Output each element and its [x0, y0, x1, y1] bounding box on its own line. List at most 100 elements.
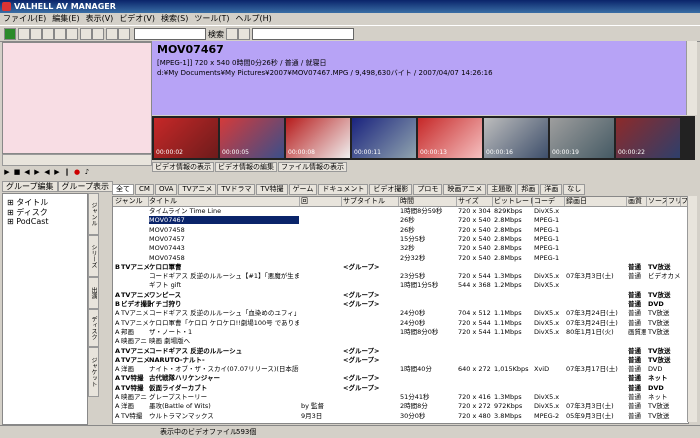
thumbnail[interactable]: 00:00:22	[616, 118, 680, 158]
genre-tab[interactable]: 邦画	[517, 184, 540, 195]
stop-icon[interactable]: ■	[13, 168, 21, 176]
tab-info-edit[interactable]: ビデオ情報の編集	[215, 162, 277, 172]
thumbnail[interactable]: 00:00:08	[286, 118, 350, 158]
col-title[interactable]: タイトル	[149, 197, 300, 206]
table-row[interactable]: A TV特撮 仮面ライダーカブト <グループ> 普通 DVD	[113, 384, 688, 392]
genre-tab[interactable]: 映画アニメ	[443, 184, 487, 195]
table-row[interactable]: B ビデオ撮影 イチゴ狩り <グループ> 普通 DVD	[113, 300, 688, 308]
table-row[interactable]: A 映画アニ 映画 劇場版へ	[113, 337, 688, 345]
genre-tab[interactable]: TVアニメ	[178, 184, 217, 195]
vtab-disk[interactable]: ディスク	[88, 309, 99, 347]
table-row[interactable]: MOV07458 26秒 720 x 540 2.8Mbps MPEG-1	[113, 226, 688, 234]
genre-tab[interactable]: ドキュメント	[318, 184, 369, 195]
list-scrollbar[interactable]	[687, 196, 697, 422]
table-row[interactable]: A 映画アニ グレープストーリー 51分41秒 720 x 416 1.3Mbps DivX…	[113, 393, 688, 401]
info-icon[interactable]	[106, 28, 118, 40]
menu-search[interactable]: 検索(S)	[158, 13, 191, 25]
thumbnail[interactable]: 00:00:05	[220, 118, 284, 158]
genre-tab[interactable]: TVドラマ	[217, 184, 256, 195]
thumbnail[interactable]: 00:00:11	[352, 118, 416, 158]
genre-tab[interactable]: OVA	[154, 184, 178, 195]
prev-icon[interactable]: ◀	[23, 168, 31, 176]
genre-tab[interactable]: ゲーム	[288, 184, 318, 195]
open-icon[interactable]	[18, 28, 30, 40]
menu-file[interactable]: ファイル(E)	[0, 13, 49, 25]
new-icon[interactable]	[4, 28, 16, 40]
cut-icon[interactable]	[42, 28, 54, 40]
col-subtitle[interactable]: サブタイトル	[343, 197, 399, 206]
save-icon[interactable]	[30, 28, 42, 40]
copy-icon[interactable]	[54, 28, 66, 40]
table-row[interactable]: ATVアニメコードギアス 反逆のルルーシュ「血染めのユフィ」3月24日24分0秒…	[113, 309, 688, 317]
tool-icon[interactable]	[80, 28, 92, 40]
table-row[interactable]: ギフト gift 1時間1分5秒 544 x 368 1.2Mbps DivX5.x	[113, 281, 688, 289]
table-row[interactable]: A TV特撮 古代戦隊ハリケンジャー <グループ> 普通 ネット	[113, 374, 688, 382]
menu-view[interactable]: 表示(V)	[83, 13, 117, 25]
record-icon[interactable]: ●	[73, 168, 81, 176]
pause-icon[interactable]: ‖	[63, 168, 71, 176]
vtab-series[interactable]: シリーズ	[88, 235, 99, 277]
vtab-genre[interactable]: ジャンル	[88, 193, 99, 235]
tab-info-view[interactable]: ビデオ情報の表示	[152, 162, 214, 172]
col-episode[interactable]: 回	[301, 197, 342, 206]
thumbnail[interactable]: 00:00:02	[154, 118, 218, 158]
table-row[interactable]: A 洋画 墨攻(Battle of Wits) by 監督 2時間8分 720 x 272…	[113, 402, 688, 410]
table-row[interactable]: A洋画ナイト・オブ・ザ・スカイ(07.07リリース)(日本語字幕)DVDRip1…	[113, 365, 688, 373]
thumbnail[interactable]: 00:00:16	[484, 118, 548, 158]
table-row[interactable]: A TV特撮 ウルトラマンマックス 9月3日 30分0秒 720 x 480 3.8Mbps…	[113, 412, 688, 420]
vtab-cast[interactable]: 出演	[88, 277, 99, 309]
genre-tab[interactable]: プロモ	[413, 184, 443, 195]
seek-bar[interactable]	[2, 154, 152, 166]
search-input[interactable]	[252, 28, 354, 40]
forward-icon[interactable]: ▶	[53, 168, 61, 176]
rewind-icon[interactable]: ◀	[43, 168, 51, 176]
table-row[interactable]: MOV07443 32秒 720 x 540 2.8Mbps MPEG-1	[113, 244, 688, 252]
genre-tab[interactable]: なし	[563, 184, 586, 195]
col-size[interactable]: サイズ	[458, 197, 493, 206]
info-scrollbar[interactable]	[686, 41, 697, 115]
table-row[interactable]: A TVアニメ ワンピース <グループ> 普通 TV放送	[113, 291, 688, 299]
filter-icon[interactable]	[238, 28, 250, 40]
menu-help[interactable]: ヘルプ(H)	[233, 13, 275, 25]
genre-tab[interactable]: 主題歌	[487, 184, 517, 195]
paste-icon[interactable]	[66, 28, 78, 40]
col-free1[interactable]: フリー1	[668, 197, 681, 206]
tab-file-info[interactable]: ファイル情報の表示	[278, 162, 347, 172]
table-row[interactable]: MOV07467 26秒 720 x 540 2.8Mbps MPEG-1	[113, 216, 688, 225]
col-source[interactable]: ソース	[648, 197, 667, 206]
tool2-icon[interactable]	[92, 28, 104, 40]
col-codec[interactable]: コーデ	[534, 197, 565, 206]
col-bitrate[interactable]: ビットレート	[494, 197, 533, 206]
col-date[interactable]: 録画日	[566, 197, 627, 206]
table-row[interactable]: A TVアニメ NARUTO-ナルト- <グループ> 普通 TV放送	[113, 356, 688, 364]
menu-video[interactable]: ビデオ(V)	[116, 13, 158, 25]
table-row[interactable]: コードギアス 反逆のルルーシュ【#1】「悪魔が生まれた日」 23分5秒 720 x …	[113, 272, 688, 280]
genre-tab[interactable]: CM	[135, 184, 154, 195]
table-row[interactable]: A 邦画 ザ・ノート・1 1時間8分0秒 720 x 544 1.1Mbps DivX5.x…	[113, 328, 688, 336]
table-row[interactable]: ATVアニメケロロ軍曹「ケロロ ケロケロ!!劇場100号 であります」324分0…	[113, 319, 688, 327]
menu-edit[interactable]: 編集(E)	[49, 13, 82, 25]
genre-tab[interactable]: 全て	[112, 184, 134, 195]
col-quality[interactable]: 画質	[628, 197, 647, 206]
menu-tools[interactable]: ツール(T)	[191, 13, 232, 25]
table-row[interactable]: B TVアニメ ケロロ軍曹 <グループ> 普通 TV放送	[113, 263, 688, 271]
genre-tab[interactable]: ビデオ撮影	[369, 184, 413, 195]
tree-item-podcast[interactable]: ⊞ PodCast	[7, 217, 49, 226]
view-combo[interactable]	[134, 28, 206, 40]
next-icon[interactable]: ▶	[33, 168, 41, 176]
col-time[interactable]: 時間	[400, 197, 457, 206]
thumbnail[interactable]: 00:00:13	[418, 118, 482, 158]
vtab-jacket[interactable]: ジャケット	[88, 347, 99, 397]
tab-group-view[interactable]: グループ表示	[57, 181, 114, 192]
view-icon[interactable]	[118, 28, 130, 40]
tab-group-edit[interactable]: グループ編集	[2, 181, 58, 192]
table-row[interactable]: MOV07457 15分5秒 720 x 540 2.8Mbps MPEG-1	[113, 235, 688, 243]
genre-tab[interactable]: 洋画	[540, 184, 563, 195]
table-row[interactable]: A TVアニメ コードギアス 反逆のルルーシュ <グループ> 普通 TV放送	[113, 347, 688, 355]
play-icon[interactable]: ▶	[3, 168, 11, 176]
volume-icon[interactable]: ♪	[83, 168, 91, 176]
table-row[interactable]: MOV07458 2分32秒 720 x 540 2.8Mbps MPEG-1	[113, 254, 688, 262]
col-genre[interactable]: ジャンル	[115, 197, 149, 206]
genre-tab[interactable]: TV特撮	[256, 184, 288, 195]
table-row[interactable]: タイムライン Time Line 1時間8分59秒 720 x 304 829Kbps…	[113, 207, 688, 215]
